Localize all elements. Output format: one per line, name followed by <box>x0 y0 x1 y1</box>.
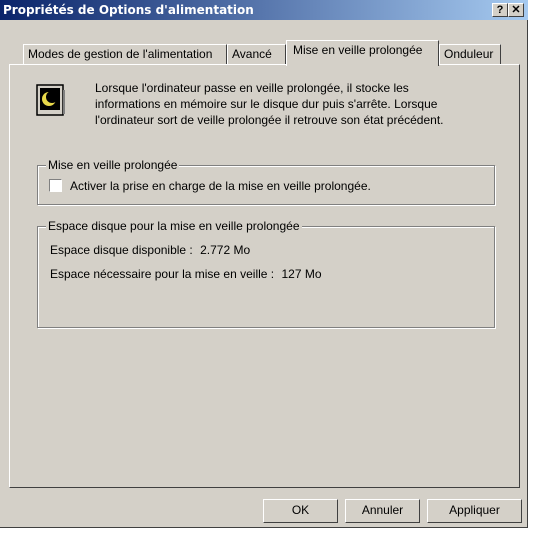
disk-space-group-title: Espace disque pour la mise en veille pro… <box>46 219 302 233</box>
required-disk-label: Espace nécessaire pour la mise en veille… <box>50 267 275 281</box>
description-text: Lorsque l'ordinateur passe en veille pro… <box>95 81 444 127</box>
apply-button[interactable]: Appliquer <box>427 499 522 523</box>
hibernate-group-title: Mise en veille prolongée <box>46 158 180 172</box>
required-disk-value: 127 Mo <box>281 267 322 281</box>
available-disk-label: Espace disque disponible : <box>50 243 193 257</box>
close-button[interactable]: ✕ <box>508 3 524 17</box>
enable-hibernate-checkbox[interactable] <box>49 179 62 192</box>
required-disk-space: Espace nécessaire pour la mise en veille… <box>50 267 322 281</box>
tab-power-schemes[interactable]: Modes de gestion de l'alimentation <box>23 44 227 64</box>
help-button[interactable]: ? <box>492 3 508 17</box>
ok-button[interactable]: OK <box>263 499 338 523</box>
cancel-button[interactable]: Annuler <box>345 499 420 523</box>
window-title: Propriétés de Options d'alimentation <box>3 3 254 17</box>
properties-dialog: Propriétés de Options d'alimentation ? ✕… <box>0 0 528 528</box>
title-bar[interactable]: Propriétés de Options d'alimentation ? ✕ <box>0 0 528 20</box>
tab-hibernate[interactable]: Mise en veille prolongée <box>286 40 439 66</box>
enable-hibernate-label[interactable]: Activer la prise en charge de la mise en… <box>70 179 371 193</box>
tab-ups[interactable]: Onduleur <box>439 44 501 64</box>
available-disk-value: 2.772 Mo <box>200 243 251 257</box>
tab-advanced[interactable]: Avancé <box>227 44 286 64</box>
available-disk-space: Espace disque disponible : 2.772 Mo <box>50 243 250 257</box>
hibernate-computer-icon <box>36 84 65 116</box>
